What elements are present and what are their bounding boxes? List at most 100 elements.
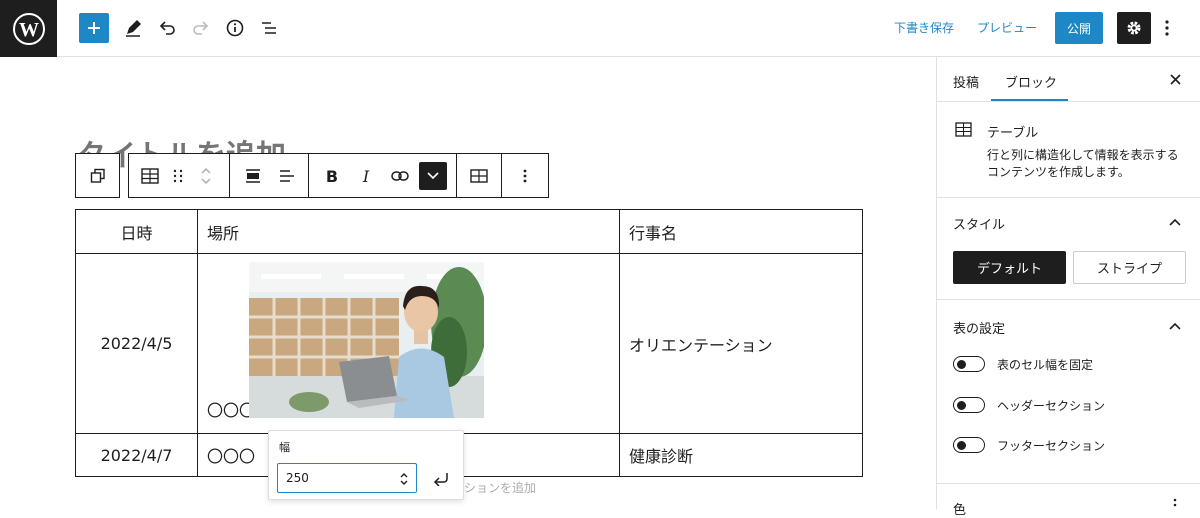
table-cell[interactable]: 行事名 <box>619 209 863 254</box>
settings-button[interactable] <box>1117 12 1151 44</box>
table-cell[interactable]: オリエンテーション <box>619 253 863 434</box>
width-label: 幅 <box>279 441 290 454</box>
list-view-icon <box>262 22 276 34</box>
editor-canvas: タイトルを追加 B <box>0 57 936 509</box>
table-cell[interactable]: 日時 <box>75 209 198 254</box>
image-width-popover: 幅 250 <box>268 430 464 500</box>
chevron-up-down-icon <box>201 168 211 184</box>
panel-title[interactable]: 表の設定 <box>953 318 1005 337</box>
close-icon <box>1169 73 1181 85</box>
spinner-icon[interactable] <box>400 472 408 486</box>
toolbar-group-format: B I <box>308 153 457 198</box>
options-button[interactable] <box>1153 14 1181 42</box>
styles-panel: スタイル デフォルト ストライプ <box>937 197 1200 299</box>
toolbar-group-align <box>229 153 309 198</box>
publish-button[interactable]: 公開 <box>1055 12 1103 44</box>
block-options-button[interactable] <box>511 162 539 190</box>
cell-text: 〇〇〇 <box>207 401 256 420</box>
chevron-down-icon <box>427 172 439 180</box>
more-vertical-icon <box>523 169 527 183</box>
wordpress-logo[interactable]: W <box>0 0 57 57</box>
fixed-width-toggle[interactable] <box>953 356 985 372</box>
close-sidebar-button[interactable] <box>1165 69 1185 89</box>
toolbar-group-block <box>128 153 230 198</box>
plus-icon <box>88 22 100 34</box>
italic-button[interactable]: I <box>352 162 380 190</box>
return-icon <box>433 473 448 486</box>
footer-section-toggle[interactable] <box>953 437 985 453</box>
bold-button[interactable]: B <box>318 162 346 190</box>
align-left-icon <box>280 170 294 182</box>
style-default-button[interactable]: デフォルト <box>953 251 1066 284</box>
edit-table-button[interactable] <box>465 162 493 190</box>
header-section-toggle[interactable] <box>953 397 985 413</box>
tools-button[interactable] <box>119 14 147 42</box>
top-toolbar: W 下書き保存 プレビュー 公開 <box>0 0 1200 57</box>
list-view-button[interactable] <box>255 14 283 42</box>
italic-icon: I <box>362 166 370 186</box>
more-format-button[interactable] <box>419 162 447 190</box>
table-cell[interactable]: 2022/4/7 <box>75 433 198 477</box>
link-icon <box>391 171 409 181</box>
toggle-label: ヘッダーセクション <box>997 399 1106 413</box>
svg-text:W: W <box>19 19 39 41</box>
save-draft-button[interactable]: 下書き保存 <box>894 19 954 36</box>
chevron-up-icon[interactable] <box>1169 322 1181 330</box>
undo-icon <box>159 21 175 35</box>
align-text-button[interactable] <box>273 162 301 190</box>
drag-handle[interactable] <box>164 162 192 190</box>
table-edit-icon <box>470 169 488 183</box>
reset-width-button[interactable] <box>431 468 453 490</box>
table-header-row: 日時 場所 行事名 <box>75 209 863 254</box>
redo-button[interactable] <box>187 14 215 42</box>
wordpress-icon: W <box>12 12 45 45</box>
tab-post[interactable]: 投稿 <box>953 72 979 91</box>
table-icon <box>955 122 972 137</box>
person-with-laptop-image[interactable] <box>249 262 484 418</box>
width-value: 250 <box>286 471 309 485</box>
redo-icon <box>193 21 209 35</box>
bold-icon: B <box>325 166 339 186</box>
table-cell[interactable]: 健康診断 <box>619 433 863 477</box>
table-settings-panel: 表の設定 表のセル幅を固定 ヘッダーセクション フッターセクション <box>937 299 1200 483</box>
panel-title[interactable]: スタイル <box>953 214 1005 233</box>
block-name: テーブル <box>987 126 1039 141</box>
block-description: 行と列に構造化して情報を表示する <box>987 148 1179 162</box>
transform-button[interactable] <box>84 162 112 190</box>
table-cell[interactable]: 2022/4/5 <box>75 253 198 434</box>
gear-icon <box>1127 21 1141 35</box>
table-row: 2022/4/7 〇〇〇 健康診断 <box>75 433 863 477</box>
details-button[interactable] <box>221 14 249 42</box>
block-description: コンテンツを作成します。 <box>987 165 1130 179</box>
add-block-button[interactable] <box>79 13 109 43</box>
pencil-icon <box>126 20 141 37</box>
table-cell[interactable]: 〇〇〇 <box>197 253 620 434</box>
info-icon <box>226 19 244 37</box>
width-input[interactable]: 250 <box>277 463 417 493</box>
more-vertical-icon[interactable] <box>1173 498 1177 510</box>
align-wide-icon <box>246 169 260 183</box>
copy-icon <box>90 168 105 183</box>
table-cell[interactable]: 場所 <box>197 209 620 254</box>
block-card: テーブル 行と列に構造化して情報を表示する コンテンツを作成します。 <box>937 101 1200 197</box>
chevron-up-icon[interactable] <box>1169 218 1181 226</box>
link-button[interactable] <box>386 162 414 190</box>
move-buttons[interactable] <box>192 162 220 190</box>
toolbar-group-options <box>501 153 549 198</box>
table-row: 2022/4/5 〇〇〇 オリエンテーション <box>75 253 863 434</box>
toolbar-group-parent <box>75 153 120 198</box>
color-panel: 色 <box>937 483 1200 518</box>
undo-button[interactable] <box>153 14 181 42</box>
more-vertical-icon <box>1165 20 1169 36</box>
drag-handle-icon <box>173 169 183 183</box>
toggle-label: 表のセル幅を固定 <box>997 358 1094 372</box>
align-button[interactable] <box>239 162 267 190</box>
style-stripe-button[interactable]: ストライプ <box>1073 251 1186 284</box>
tab-block[interactable]: ブロック <box>1005 72 1057 91</box>
preview-button[interactable]: プレビュー <box>977 19 1037 36</box>
data-table: 日時 場所 行事名 2022/4/5 〇〇〇 オリエンテーション 2022/4/… <box>75 209 863 477</box>
toolbar-group-table <box>456 153 502 198</box>
block-type-button[interactable] <box>136 162 164 190</box>
toggle-label: フッターセクション <box>997 439 1106 453</box>
settings-sidebar: 投稿 ブロック テーブル 行と列に構造化して情報を表示する コンテンツを作成しま… <box>936 57 1200 518</box>
